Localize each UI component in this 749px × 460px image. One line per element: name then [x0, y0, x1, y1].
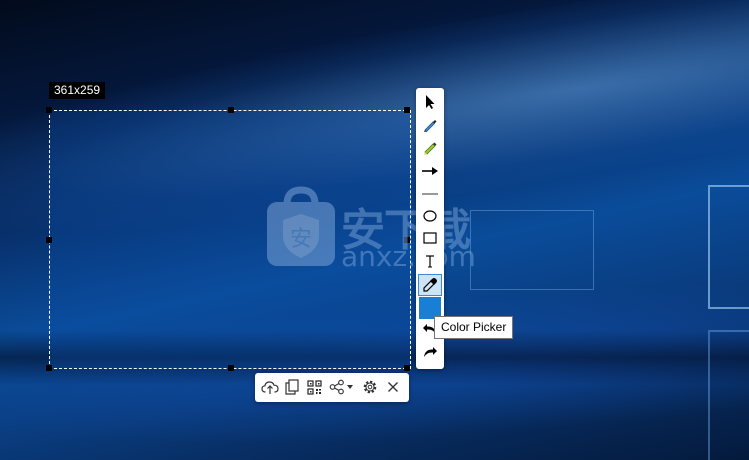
- watermark-text-en: anxz.com: [341, 240, 476, 273]
- tool-line[interactable]: [418, 183, 442, 205]
- tool-text[interactable]: [418, 250, 442, 272]
- resize-handle-top[interactable]: [228, 107, 234, 113]
- tool-arrow[interactable]: [418, 160, 442, 182]
- qr-code-button[interactable]: [304, 377, 324, 397]
- ellipse-icon: [423, 210, 437, 222]
- resize-handle-bottom-right[interactable]: [404, 365, 410, 371]
- tool-pen[interactable]: [418, 114, 442, 136]
- color-picker-icon: [423, 278, 437, 292]
- qr-code-icon: [306, 379, 322, 395]
- upload-button[interactable]: [260, 377, 280, 397]
- pen-icon: [424, 120, 437, 133]
- tooltip: Color Picker: [434, 316, 514, 339]
- redo-icon: [424, 347, 437, 357]
- copy-icon: [285, 379, 299, 395]
- tool-color-picker[interactable]: [418, 274, 442, 296]
- resize-handle-left[interactable]: [46, 237, 52, 243]
- rectangle-icon: [423, 232, 437, 244]
- tool-select[interactable]: [418, 91, 442, 113]
- settings-button[interactable]: [360, 377, 380, 397]
- highlighter-icon: [424, 142, 437, 155]
- windows-logo-pane-lower: [708, 330, 749, 460]
- close-button[interactable]: [383, 377, 403, 397]
- svg-text:安: 安: [290, 227, 312, 252]
- upload-cloud-icon: [261, 381, 279, 394]
- dropdown-caret-icon: [347, 385, 353, 389]
- tool-ellipse[interactable]: [418, 205, 442, 227]
- resize-handle-bottom-left[interactable]: [46, 365, 52, 371]
- line-icon: [422, 193, 438, 195]
- resize-handle-bottom[interactable]: [228, 365, 234, 371]
- watermark-bag-logo: 安: [267, 186, 335, 266]
- select-arrow-icon: [426, 95, 435, 109]
- tool-highlighter[interactable]: [418, 137, 442, 159]
- close-icon: [388, 382, 398, 392]
- share-icon: [329, 379, 344, 395]
- tool-redo[interactable]: [418, 341, 442, 363]
- windows-logo-pane: [708, 185, 749, 309]
- resize-handle-top-left[interactable]: [46, 107, 52, 113]
- background-window-outline: [470, 210, 594, 290]
- resize-handle-top-right[interactable]: [404, 107, 410, 113]
- share-dropdown[interactable]: [344, 377, 356, 397]
- arrow-icon: [422, 167, 438, 175]
- settings-icon: [363, 380, 377, 394]
- text-icon: [426, 255, 434, 268]
- tool-rectangle[interactable]: [418, 227, 442, 249]
- copy-button[interactable]: [282, 377, 302, 397]
- action-toolbar: [255, 373, 409, 402]
- selection-size-label: 361x259: [49, 82, 106, 99]
